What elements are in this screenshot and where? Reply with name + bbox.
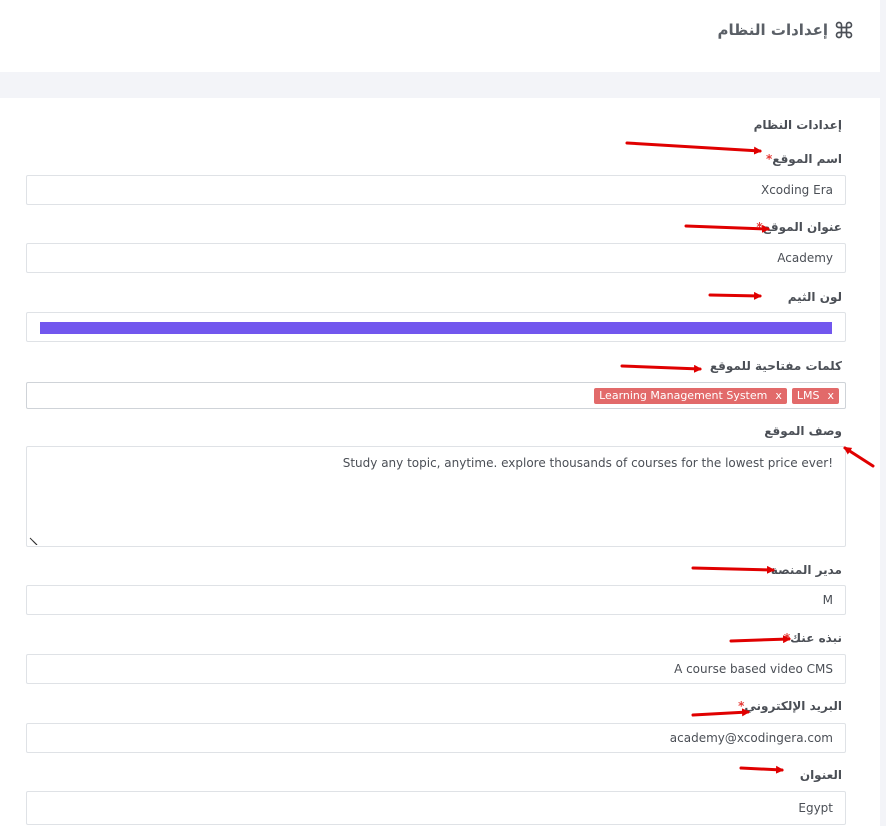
remove-tag-icon[interactable]: x xyxy=(775,388,782,404)
description-text: Study any topic, anytime. explore thousa… xyxy=(342,456,833,470)
keyword-tag-text: LMS xyxy=(796,389,820,402)
keyword-tag-text: Learning Management System xyxy=(599,389,768,402)
email-label: البريد الإلكتروني* xyxy=(738,699,842,713)
page-title-text: إعدادات النظام xyxy=(717,21,828,39)
description-textarea[interactable]: Study any topic, anytime. explore thousa… xyxy=(26,446,846,547)
keywords-label: كلمات مفتاحية للموقع xyxy=(709,359,842,373)
keyword-tag: Learning Management System x xyxy=(594,388,787,404)
description-label: وصف الموقع xyxy=(764,424,842,438)
theme-color-label: لون الثيم xyxy=(787,290,842,304)
theme-color-swatch xyxy=(40,322,832,334)
command-icon xyxy=(835,21,853,39)
platform-manager-label: مدير المنصة xyxy=(770,563,842,577)
settings-card: إعدادات النظام اسم الموقع* Xcoding Era ع… xyxy=(0,98,880,826)
resize-handle-icon[interactable] xyxy=(29,536,38,545)
page-title: إعدادات النظام xyxy=(718,20,854,40)
about-input[interactable]: A course based video CMS xyxy=(26,654,846,684)
address-input[interactable]: Egypt xyxy=(26,791,846,825)
remove-tag-icon[interactable]: x xyxy=(827,388,834,404)
site-name-input[interactable]: Xcoding Era xyxy=(26,175,846,205)
keywords-tags-input[interactable]: Learning Management System x LMS x xyxy=(26,382,846,409)
email-input[interactable]: academy@xcodingera.com xyxy=(26,723,846,753)
page-header: إعدادات النظام xyxy=(0,0,880,72)
platform-manager-input[interactable]: M xyxy=(26,585,846,615)
keyword-tag: LMS x xyxy=(791,388,839,404)
keywords-tag-list: Learning Management System x LMS x xyxy=(594,388,839,404)
site-name-label: اسم الموقع* xyxy=(765,152,842,166)
site-title-input[interactable]: Academy xyxy=(26,243,846,273)
site-title-label: عنوان الموقع* xyxy=(756,220,842,234)
section-title: إعدادات النظام xyxy=(753,118,842,132)
about-label: نبذه عنك* xyxy=(783,631,842,645)
address-label: العنوان xyxy=(799,768,842,782)
theme-color-input[interactable] xyxy=(26,312,846,342)
